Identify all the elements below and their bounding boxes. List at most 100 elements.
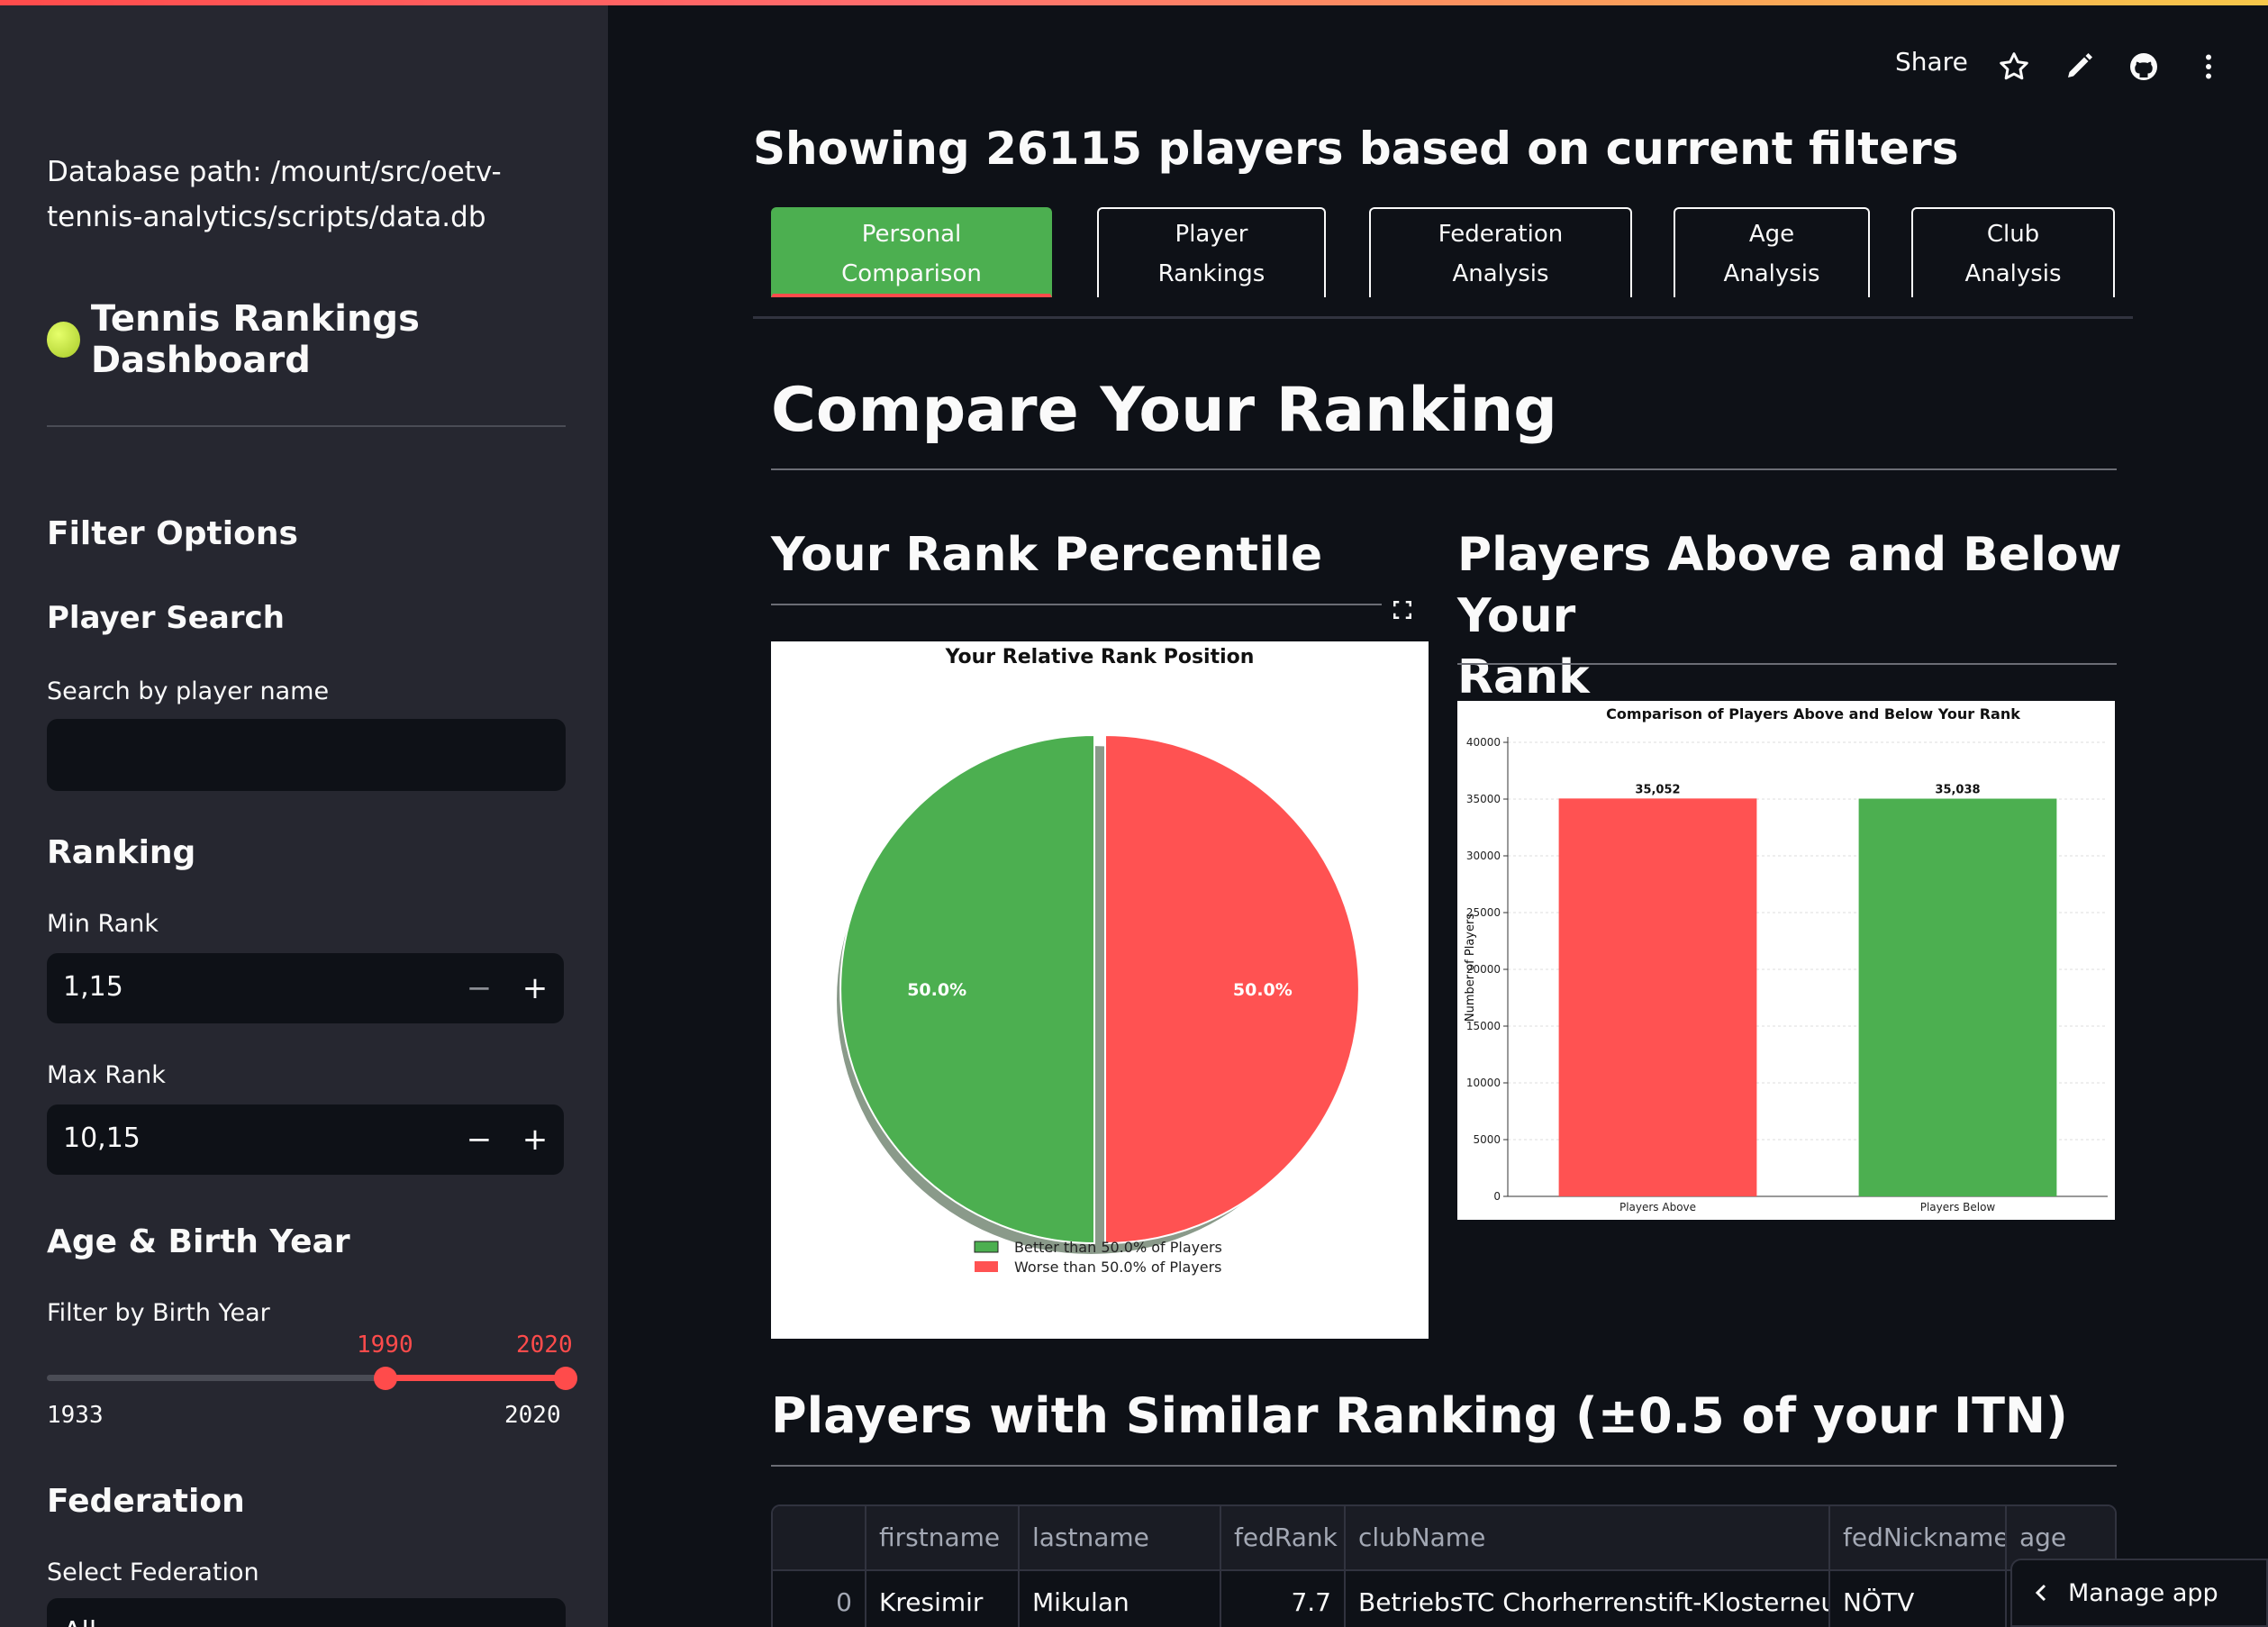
min-rank-label: Min Rank [47,910,159,938]
bar-players-below [1858,798,2057,1196]
ranking-heading: Ranking [47,834,196,871]
fullscreen-icon[interactable] [1389,596,1416,623]
pie-legend-label: Better than 50.0% of Players [1014,1239,1222,1256]
pie-legend-label: Worse than 50.0% of Players [1014,1259,1222,1276]
similar-ranking-divider [771,1465,2117,1467]
player-search-input[interactable] [47,719,566,791]
section-divider [771,468,2117,470]
tab-federation-analysis[interactable]: Federation Analysis [1369,207,1632,297]
bar-category-label: Players Below [1920,1201,1996,1213]
pie-slice-better [839,733,1095,1245]
star-icon[interactable] [1998,50,2030,83]
sidebar-divider [47,425,566,427]
birth-year-range-max: 2020 [504,1402,561,1429]
birth-year-slider-fill [386,1375,566,1381]
bar-chart-title: Comparison of Players Above and Below Yo… [1606,705,2020,723]
federation-heading: Federation [47,1483,245,1520]
sidebar-title-text: Tennis Rankings Dashboard [90,298,420,381]
federation-select[interactable]: All [47,1598,566,1627]
above-below-divider [1457,663,2117,665]
manage-app-label: Manage app [2068,1578,2218,1607]
pie-legend-swatch [974,1241,999,1253]
github-icon[interactable] [2127,50,2160,83]
birth-year-range-min: 1933 [47,1402,104,1429]
tab-age-analysis[interactable]: Age Analysis [1674,207,1870,297]
above-below-heading: Players Above and Below Your Rank [1457,528,2122,704]
manage-app-button[interactable]: Manage app [2010,1559,2268,1627]
min-rank-input[interactable]: 1,15 − + [47,953,564,1023]
max-rank-increment-button[interactable]: + [510,1117,560,1162]
pie-slice-label: 50.0% [1233,980,1293,1000]
table-header-clubname[interactable]: clubName [1346,1506,1830,1569]
rank-percentile-pie-chart: Your Relative Rank Position 50.0% 50.0% B… [837,646,1360,1276]
federation-label: Select Federation [47,1559,259,1586]
pie-chart-container: Your Relative Rank Position 50.0% 50.0% B… [771,641,1429,1339]
min-rank-increment-button[interactable]: + [510,966,560,1011]
age-birth-year-heading: Age & Birth Year [47,1223,350,1260]
table-cell-index: 0 [773,1571,866,1627]
player-search-label: Search by player name [47,677,330,705]
table-cell-lastname: Mikulan [1020,1571,1221,1627]
rank-percentile-divider [771,604,1382,605]
sidebar-title: Tennis Rankings Dashboard [47,298,608,381]
bar-category-label: Players Above [1619,1201,1696,1213]
pie-legend-swatch [975,1261,998,1272]
pencil-icon[interactable] [2063,50,2095,83]
bar-value-label: 35,038 [1935,784,1980,797]
rank-percentile-heading: Your Rank Percentile [771,528,1323,582]
more-vertical-icon[interactable] [2192,50,2225,83]
pie-slice-label: 50.0% [907,980,966,1000]
filter-options-heading: Filter Options [47,515,298,552]
bar-ytick-label: 35000 [1466,793,1501,805]
page-title: Showing 26115 players based on current f… [753,123,1959,175]
tab-player-rankings[interactable]: Player Rankings [1097,207,1326,297]
table-cell-fedrank: 7.7 [1221,1571,1346,1627]
table-row[interactable]: 0 Kresimir Mikulan 7.7 BetriebsTC Chorhe… [773,1571,2115,1627]
table-header-fednickname[interactable]: fedNickname [1830,1506,2007,1569]
bar-ytick-label: 5000 [1473,1133,1501,1146]
pie-chart-title: Your Relative Rank Position [945,646,1255,668]
table-header-fedrank[interactable]: fedRank [1221,1506,1346,1569]
tab-bar: Personal Comparison Player Rankings Fede… [753,205,2133,319]
tab-personal-comparison[interactable]: Personal Comparison [771,207,1052,297]
birth-year-slider-low-thumb[interactable] [374,1367,397,1390]
max-rank-label: Max Rank [47,1061,166,1089]
federation-select-value: All [63,1616,96,1627]
bar-ytick-label: 15000 [1466,1020,1501,1032]
similar-ranking-heading: Players with Similar Ranking (±0.5 of yo… [771,1387,2068,1444]
max-rank-decrement-button[interactable]: − [454,1117,504,1162]
sidebar: Database path: /mount/src/oetv-tennis-an… [0,5,608,1627]
bar-players-above [1558,798,1757,1196]
min-rank-decrement-button[interactable]: − [454,966,504,1011]
player-search-heading: Player Search [47,600,285,636]
table-header-lastname[interactable]: lastname [1020,1506,1221,1569]
bar-ytick-label: 30000 [1466,850,1501,862]
bar-ytick-label: 10000 [1466,1077,1501,1089]
birth-year-high-value: 2020 [516,1332,573,1359]
similar-players-table[interactable]: firstname lastname fedRank clubName fedN… [771,1504,2117,1627]
table-cell-firstname: Kresimir [866,1571,1020,1627]
table-header-index[interactable] [773,1506,866,1569]
bar-ytick-label: 25000 [1466,906,1501,919]
bar-chart-container: Comparison of Players Above and Below Yo… [1457,701,2115,1220]
chevron-left-icon [2035,1584,2046,1602]
share-button[interactable]: Share [1895,47,1968,77]
min-rank-value: 1,15 [63,971,123,1003]
max-rank-input[interactable]: 10,15 − + [47,1104,564,1175]
bar-ytick-label: 0 [1493,1190,1501,1203]
birth-year-label: Filter by Birth Year [47,1299,270,1327]
tab-club-analysis[interactable]: Club Analysis [1911,207,2115,297]
table-header-row: firstname lastname fedRank clubName fedN… [773,1506,2115,1571]
section-title: Compare Your Ranking [771,375,1557,446]
bar-value-label: 35,052 [1635,783,1680,796]
birth-year-slider-high-thumb[interactable] [554,1367,577,1390]
table-cell-clubname: BetriebsTC Chorherrenstift-Klosterneubur… [1346,1571,1830,1627]
above-below-bar-chart: Comparison of Players Above and Below Yo… [1464,705,2108,1213]
table-cell-fednickname: NÖTV [1830,1571,2007,1627]
database-path-text: Database path: /mount/src/oetv-tennis-an… [47,156,502,233]
table-header-firstname[interactable]: firstname [866,1506,1020,1569]
bar-ytick-label: 20000 [1466,963,1501,976]
tennis-ball-icon [47,322,80,358]
bar-ytick-label: 40000 [1466,736,1501,749]
max-rank-value: 10,15 [63,1123,141,1154]
